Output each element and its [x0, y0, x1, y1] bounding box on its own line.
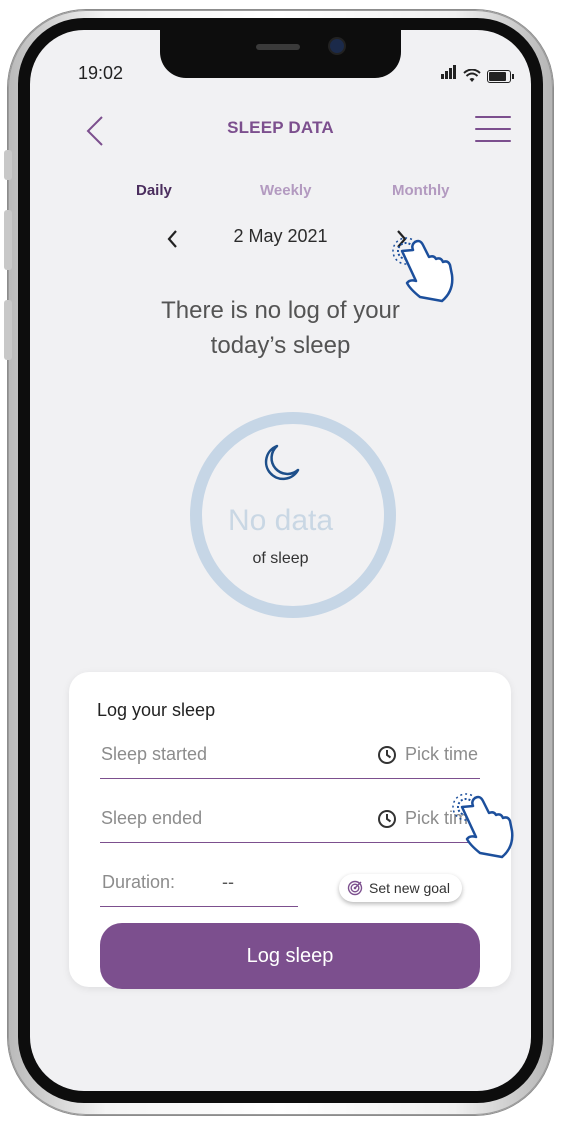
moon-icon	[264, 444, 300, 481]
menu-button[interactable]	[475, 116, 511, 144]
no-log-message-line2: today’s sleep	[210, 332, 351, 359]
sleep-started-pick-time[interactable]: Pick time	[377, 744, 478, 765]
sleep-started-field[interactable]: Sleep started Pick time	[100, 738, 480, 779]
clock-icon	[377, 745, 396, 764]
tab-daily[interactable]: Daily	[136, 182, 172, 199]
side-button	[4, 300, 12, 360]
duration-field: Duration: --	[100, 866, 298, 907]
tab-monthly[interactable]: Monthly	[392, 182, 450, 199]
pick-time-text: Pick time	[404, 744, 478, 764]
set-new-goal-label: Set new goal	[369, 880, 450, 896]
battery-icon	[487, 70, 514, 83]
log-sleep-card: Log your sleep Sleep started Pick time S…	[69, 672, 511, 989]
status-icons	[441, 64, 514, 83]
screen: 19:02 SLEEP DATA Daily Weekly Monthly 2 …	[30, 30, 531, 1091]
tap-hand-icon	[452, 793, 514, 859]
log-sleep-button[interactable]: Log sleep	[100, 923, 480, 989]
status-time: 19:02	[78, 63, 124, 83]
sleep-ended-field[interactable]: Sleep ended Pick time	[100, 802, 480, 843]
tap-hand-icon	[392, 237, 454, 303]
tab-weekly[interactable]: Weekly	[260, 182, 311, 199]
notch	[160, 30, 401, 78]
duration-value: --	[222, 872, 234, 892]
side-button	[4, 210, 12, 270]
log-sleep-title: Log your sleep	[97, 700, 216, 720]
of-sleep-label: of sleep	[252, 550, 309, 567]
side-button	[4, 150, 12, 180]
sleep-ended-label: Sleep ended	[101, 808, 203, 828]
signal-icon	[441, 64, 457, 83]
duration-label: Duration:	[102, 872, 176, 892]
sleep-started-label: Sleep started	[101, 744, 208, 764]
target-icon	[347, 880, 363, 896]
page-title: SLEEP DATA	[227, 118, 334, 137]
set-new-goal-button[interactable]: Set new goal	[339, 874, 462, 902]
no-data-label: No data	[227, 504, 334, 537]
wifi-icon	[463, 69, 481, 82]
clock-icon	[377, 809, 396, 828]
speaker	[256, 44, 300, 50]
camera	[330, 39, 344, 53]
